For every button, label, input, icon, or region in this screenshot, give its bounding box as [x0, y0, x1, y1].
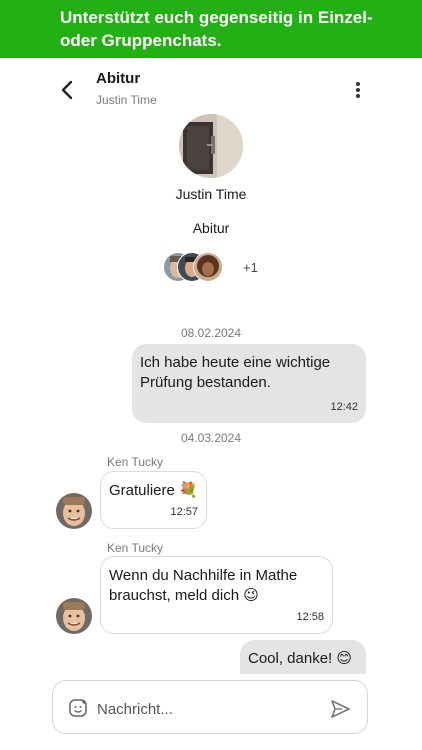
more-vert-icon: [356, 82, 360, 98]
banner-line-1: Unterstützt euch gegenseitig in Einzel-: [60, 8, 373, 27]
chat-subtitle: Justin Time: [96, 93, 157, 107]
chat-title: Abitur: [96, 70, 141, 87]
back-arrow-icon: [61, 80, 73, 100]
group-avatar[interactable]: [179, 114, 243, 178]
message-text: Gratuliere 💐: [109, 482, 198, 499]
date-separator: 08.02.2024: [180, 326, 242, 340]
group-owner-name: Justin Time: [175, 186, 247, 202]
message-time: 12:42: [330, 401, 358, 413]
message-text: Cool, danke! 😊: [248, 650, 353, 667]
more-options-button[interactable]: [348, 78, 368, 102]
message-bubble-incoming[interactable]: Wenn du Nachhilfe in Mathe brauchst, mel…: [100, 556, 333, 634]
message-bubble-outgoing[interactable]: Ich habe heute eine wichtige Prüfung bes…: [132, 344, 366, 423]
sticker-icon[interactable]: [68, 698, 88, 718]
message-composer: [52, 680, 368, 734]
message-text: Ich habe heute eine wichtige Prüfung bes…: [140, 354, 331, 391]
promo-banner: Unterstützt euch gegenseitig in Einzel- …: [0, 0, 422, 58]
message-time: 12:57: [170, 506, 198, 518]
chat-header: Abitur Justin Time: [0, 58, 422, 118]
send-icon[interactable]: [329, 698, 351, 720]
sender-name: Ken Tucky: [107, 455, 164, 469]
back-button[interactable]: [55, 78, 79, 102]
member-avatar: [193, 252, 223, 282]
message-input[interactable]: [95, 696, 319, 722]
message-bubble-outgoing[interactable]: Cool, danke! 😊: [240, 640, 366, 674]
date-separator: 04.03.2024: [180, 431, 242, 445]
message-time: 12:58: [296, 611, 324, 623]
message-bubble-incoming[interactable]: Gratuliere 💐 12:57: [100, 471, 207, 529]
message-text: Wenn du Nachhilfe in Mathe brauchst, mel…: [109, 567, 298, 604]
sender-name: Ken Tucky: [107, 541, 164, 555]
avatar[interactable]: [56, 493, 92, 529]
banner-line-2: oder Gruppenchats.: [60, 31, 222, 50]
extra-members-count: +1: [243, 260, 258, 275]
avatar[interactable]: [56, 598, 92, 634]
group-name: Abitur: [192, 220, 230, 236]
door-photo: [179, 114, 243, 178]
member-avatars[interactable]: +1: [163, 252, 273, 282]
